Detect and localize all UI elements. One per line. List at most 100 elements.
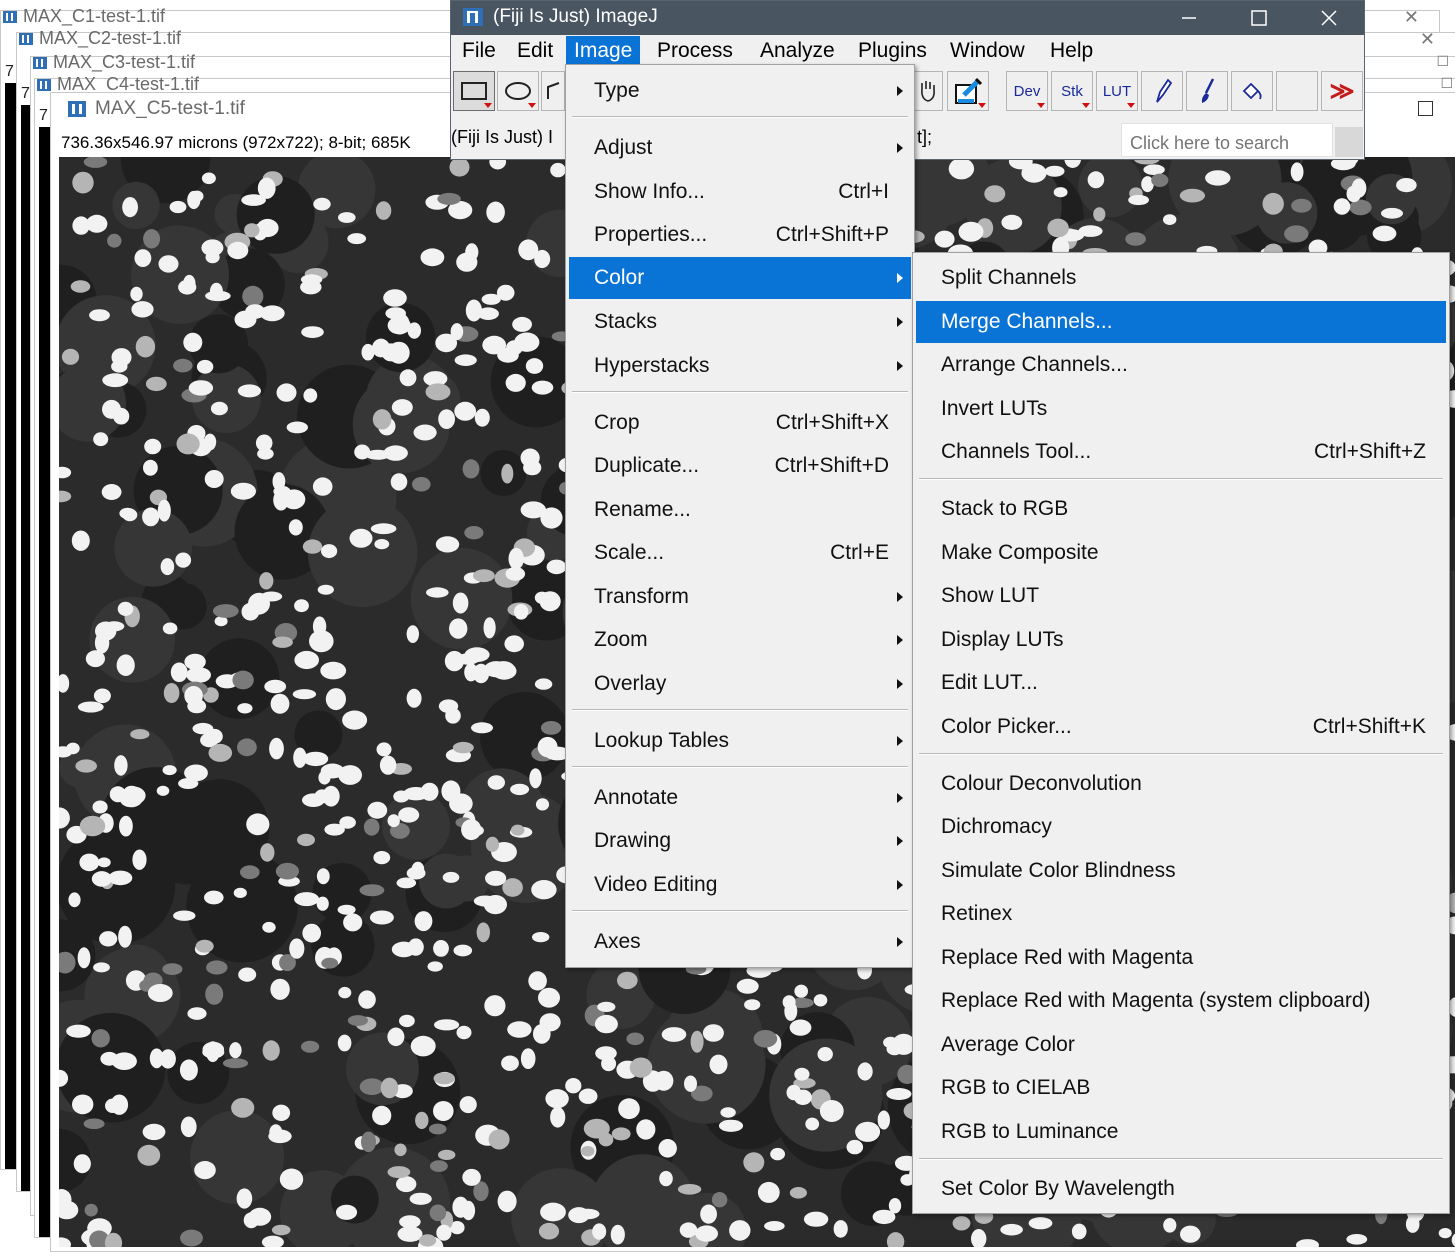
rectangle-tool[interactable]	[453, 71, 495, 111]
close-button[interactable]	[1294, 1, 1364, 35]
fiji-icon	[33, 57, 47, 69]
menu-item-lookup-tables[interactable]: Lookup Tables	[569, 720, 911, 762]
submenu-arrow-icon	[897, 273, 903, 283]
menu-item-replace-red-magenta-clipboard[interactable]: Replace Red with Magenta (system clipboa…	[916, 980, 1446, 1022]
menu-item-rename[interactable]: Rename...	[569, 489, 911, 531]
menu-item-axes[interactable]: Axes	[569, 921, 911, 963]
oval-tool[interactable]	[497, 71, 539, 111]
flood-fill-tool[interactable]	[1231, 71, 1273, 111]
maximize-icon[interactable]: ☐	[1440, 75, 1453, 92]
stk-tool[interactable]: Stk	[1051, 71, 1093, 111]
submenu-arrow-icon	[897, 937, 903, 947]
menu-item-display-luts[interactable]: Display LUTs	[916, 619, 1446, 661]
menu-item-show-lut[interactable]: Show LUT	[916, 575, 1446, 617]
menu-item-show-info[interactable]: Show Info...Ctrl+I	[569, 171, 911, 213]
menu-separator	[572, 709, 908, 711]
menu-help[interactable]: Help	[1042, 36, 1101, 66]
submenu-arrow-icon	[897, 361, 903, 371]
menu-item-simulate-color-blindness[interactable]: Simulate Color Blindness	[916, 850, 1446, 892]
search-input[interactable]	[1121, 123, 1333, 157]
menu-item-average-color[interactable]: Average Color	[916, 1024, 1446, 1066]
menu-item-color[interactable]: Color	[569, 257, 911, 299]
submenu-arrow-icon	[897, 793, 903, 803]
close-icon	[1321, 10, 1337, 26]
fiji-icon	[37, 79, 51, 91]
search-options-button[interactable]	[1335, 127, 1363, 157]
menu-item-duplicate[interactable]: Duplicate...Ctrl+Shift+D	[569, 445, 911, 487]
menu-item-zoom[interactable]: Zoom	[569, 619, 911, 661]
submenu-arrow-icon	[897, 880, 903, 890]
empty-tool-slot[interactable]	[1276, 71, 1318, 111]
shortcut-label: Ctrl+E	[830, 532, 889, 574]
menu-item-type[interactable]: Type	[569, 70, 911, 112]
menu-item-set-color-by-wavelength[interactable]: Set Color By Wavelength	[916, 1168, 1446, 1210]
menu-item-crop[interactable]: CropCtrl+Shift+X	[569, 402, 911, 444]
oval-icon	[505, 81, 531, 101]
polygon-tool[interactable]	[541, 71, 565, 111]
color-picker-tool[interactable]	[947, 71, 989, 111]
menu-item-video-editing[interactable]: Video Editing	[569, 864, 911, 906]
pencil-tool[interactable]	[1141, 71, 1183, 111]
dropper-icon	[954, 77, 982, 105]
menu-item-overlay[interactable]: Overlay	[569, 663, 911, 705]
lut-tool[interactable]: LUT	[1096, 71, 1138, 111]
minimize-button[interactable]	[1154, 1, 1224, 35]
menu-item-make-composite[interactable]: Make Composite	[916, 532, 1446, 574]
hand-icon	[918, 79, 938, 103]
menu-item-properties[interactable]: Properties...Ctrl+Shift+P	[569, 214, 911, 256]
titlebar[interactable]: (Fiji Is Just) ImageJ	[451, 1, 1364, 35]
close-icon[interactable]: ✕	[1404, 7, 1419, 28]
menu-item-channels-tool[interactable]: Channels Tool...Ctrl+Shift+Z	[916, 431, 1446, 473]
menu-item-transform[interactable]: Transform	[569, 576, 911, 618]
fiji-icon	[68, 101, 86, 117]
submenu-arrow-icon	[897, 635, 903, 645]
dev-tool[interactable]: Dev	[1006, 71, 1048, 111]
menu-item-arrange-channels[interactable]: Arrange Channels...	[916, 344, 1446, 386]
more-tools-label: ≫	[1329, 77, 1354, 106]
maximize-icon	[1251, 10, 1267, 26]
submenu-arrow-icon	[897, 679, 903, 689]
scroll-tool[interactable]	[913, 71, 943, 111]
menu-item-invert-luts[interactable]: Invert LUTs	[916, 388, 1446, 430]
close-icon[interactable]: ✕	[1420, 29, 1435, 50]
menu-item-stack-to-rgb[interactable]: Stack to RGB	[916, 488, 1446, 530]
menu-file[interactable]: File	[454, 36, 504, 66]
menu-item-merge-channels[interactable]: Merge Channels...	[916, 301, 1446, 343]
menu-process[interactable]: Process	[649, 36, 741, 66]
menu-item-colour-deconvolution[interactable]: Colour Deconvolution	[916, 763, 1446, 805]
menu-item-dichromacy[interactable]: Dichromacy	[916, 806, 1446, 848]
window-title: MAX_C1-test-1.tif	[23, 6, 165, 27]
maximize-icon[interactable]	[1418, 101, 1433, 116]
menu-plugins[interactable]: Plugins	[850, 36, 935, 66]
more-tools-button[interactable]: ≫	[1321, 71, 1363, 111]
menu-item-annotate[interactable]: Annotate	[569, 777, 911, 819]
menu-item-scale[interactable]: Scale...Ctrl+E	[569, 532, 911, 574]
maximize-icon[interactable]: ☐	[1436, 53, 1449, 70]
menu-image[interactable]: Image	[566, 36, 640, 66]
menu-item-rgb-to-cielab[interactable]: RGB to CIELAB	[916, 1067, 1446, 1109]
image-info-bar: 736.36x546.97 microns (972x722); 8-bit; …	[61, 133, 411, 153]
menu-item-edit-lut[interactable]: Edit LUT...	[916, 662, 1446, 704]
menu-item-split-channels[interactable]: Split Channels	[916, 257, 1446, 299]
window-title: MAX_C2-test-1.tif	[39, 28, 181, 49]
brush-icon	[1197, 77, 1217, 105]
shortcut-label: Ctrl+Shift+Z	[1314, 431, 1426, 473]
menu-item-adjust[interactable]: Adjust	[569, 127, 911, 169]
fiji-icon	[3, 11, 17, 23]
brush-tool[interactable]	[1186, 71, 1228, 111]
menu-window[interactable]: Window	[942, 36, 1033, 66]
maximize-button[interactable]	[1224, 1, 1294, 35]
menu-item-hyperstacks[interactable]: Hyperstacks	[569, 345, 911, 387]
menu-item-rgb-to-luminance[interactable]: RGB to Luminance	[916, 1111, 1446, 1153]
submenu-arrow-icon	[897, 836, 903, 846]
minimize-icon	[1181, 10, 1197, 26]
menu-item-drawing[interactable]: Drawing	[569, 820, 911, 862]
stk-label: Stk	[1061, 83, 1083, 100]
lut-label: LUT	[1103, 83, 1131, 100]
menu-item-retinex[interactable]: Retinex	[916, 893, 1446, 935]
menu-item-replace-red-magenta[interactable]: Replace Red with Magenta	[916, 937, 1446, 979]
menu-item-color-picker[interactable]: Color Picker...Ctrl+Shift+K	[916, 706, 1446, 748]
menu-item-stacks[interactable]: Stacks	[569, 301, 911, 343]
menu-analyze[interactable]: Analyze	[752, 36, 843, 66]
menu-edit[interactable]: Edit	[509, 36, 561, 66]
